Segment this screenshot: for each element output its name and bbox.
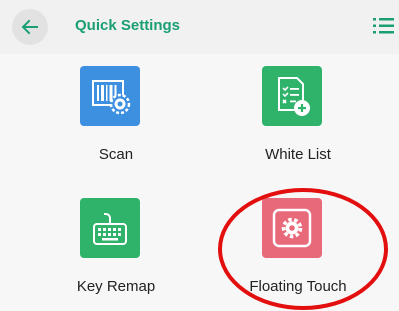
- page-title: Quick Settings: [75, 17, 181, 34]
- keyboard-icon: [93, 213, 127, 245]
- highlight-circle: [218, 188, 388, 310]
- white-list-icon-box: [262, 66, 322, 126]
- back-button[interactable]: [12, 9, 48, 45]
- barcode-gear-icon: [92, 80, 131, 115]
- key-remap-icon-box: [80, 198, 140, 258]
- checklist-add-icon: [278, 77, 310, 116]
- key-remap-label: Key Remap: [76, 278, 156, 295]
- arrow-left-icon: [21, 19, 38, 35]
- white-list-label: White List: [265, 146, 331, 163]
- scan-tile[interactable]: Scan: [36, 66, 196, 176]
- scan-icon-box: [80, 66, 140, 126]
- app-header: Quick Settings: [0, 0, 399, 54]
- key-remap-tile[interactable]: Key Remap: [36, 198, 196, 308]
- white-list-tile[interactable]: White List: [218, 66, 378, 176]
- list-menu-icon: [373, 18, 394, 34]
- menu-button[interactable]: [372, 15, 396, 37]
- scan-label: Scan: [98, 146, 134, 163]
